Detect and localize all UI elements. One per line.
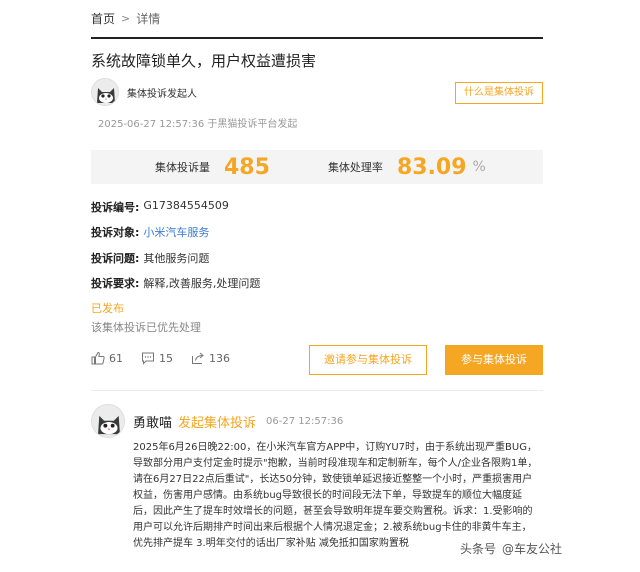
- comment-button[interactable]: 15: [141, 351, 173, 365]
- breadcrumb: 首页 > 详情: [91, 10, 160, 27]
- detail-key: 投诉要求:: [91, 277, 140, 290]
- header-divider: [91, 37, 543, 39]
- like-count: 61: [109, 351, 123, 365]
- what-is-collective-complaint-button[interactable]: 什么是集体投诉: [455, 82, 543, 104]
- share-icon: [192, 352, 204, 364]
- priority-note: 该集体投诉已优先处理: [91, 321, 201, 334]
- detail-value: 其他服务问题: [143, 252, 210, 265]
- action-bar: 61 15 136: [91, 351, 248, 365]
- comment-count: 15: [159, 351, 173, 365]
- handle-rate-value: 83.09: [396, 154, 467, 180]
- detail-request: 投诉要求: 解释,改善服务,处理问题: [91, 275, 260, 291]
- watermark-source: 头条号: [460, 542, 497, 556]
- initiator: 集体投诉发起人: [91, 78, 197, 106]
- initiator-name: 集体投诉发起人: [127, 88, 197, 100]
- detail-value: G17384554509: [143, 199, 229, 212]
- post-time: 06-27 12:57:36: [266, 415, 344, 427]
- like-button[interactable]: 61: [91, 351, 123, 365]
- detail-problem: 投诉问题: 其他服务问题: [91, 250, 209, 266]
- post-header: 勇敢喵 发起集体投诉 06-27 12:57:36: [91, 404, 343, 438]
- share-count: 136: [209, 351, 230, 365]
- post-author[interactable]: 勇敢喵: [133, 412, 172, 431]
- share-button[interactable]: 136: [191, 351, 230, 365]
- stats-bar: 集体投诉量 485 集体处理率 83.09 %: [91, 150, 543, 184]
- page-title: 系统故障锁单久，用户权益遭损害: [91, 52, 317, 70]
- cat-avatar-icon: [91, 78, 119, 106]
- handle-rate-unit: %: [472, 159, 486, 175]
- handle-rate: 集体处理率 83.09 %: [328, 155, 486, 180]
- detail-target: 投诉对象: 小米汽车服务: [91, 224, 209, 240]
- detail-key: 投诉编号:: [91, 201, 140, 214]
- thumbs-up-icon: [91, 351, 105, 365]
- detail-key: 投诉问题:: [91, 252, 140, 265]
- breadcrumb-current: 详情: [136, 12, 161, 26]
- complaint-count-value: 485: [224, 154, 270, 180]
- detail-value: 解释,改善服务,处理问题: [143, 277, 261, 290]
- complaint-count-label: 集体投诉量: [155, 161, 210, 174]
- detail-key: 投诉对象:: [91, 226, 140, 239]
- breadcrumb-separator: >: [121, 12, 131, 25]
- cat-avatar-icon[interactable]: [91, 404, 125, 438]
- status-badge: 已发布: [91, 302, 124, 315]
- launch-time: 2025-06-27 12:57:36 于黑猫投诉平台发起: [98, 119, 298, 130]
- complaint-count: 集体投诉量 485: [155, 155, 270, 180]
- watermark: 头条号 @车友公社: [456, 538, 573, 559]
- detail-complaint-id: 投诉编号: G17384554509: [91, 199, 229, 215]
- post-body: 2025年6月26日晚22:00，在小米汽车官方APP中，订购YU7时，由于系统…: [133, 442, 538, 549]
- post-action: 发起集体投诉: [178, 415, 257, 431]
- breadcrumb-home[interactable]: 首页: [91, 10, 115, 27]
- watermark-author: @车友公社: [502, 542, 563, 556]
- section-divider: [91, 390, 543, 391]
- handle-rate-label: 集体处理率: [327, 161, 383, 174]
- detail-target-link[interactable]: 小米汽车服务: [143, 224, 209, 240]
- join-complaint-button[interactable]: 参与集体投诉: [445, 345, 543, 375]
- comment-icon: [142, 352, 154, 365]
- invite-join-button[interactable]: 邀请参与集体投诉: [309, 345, 427, 375]
